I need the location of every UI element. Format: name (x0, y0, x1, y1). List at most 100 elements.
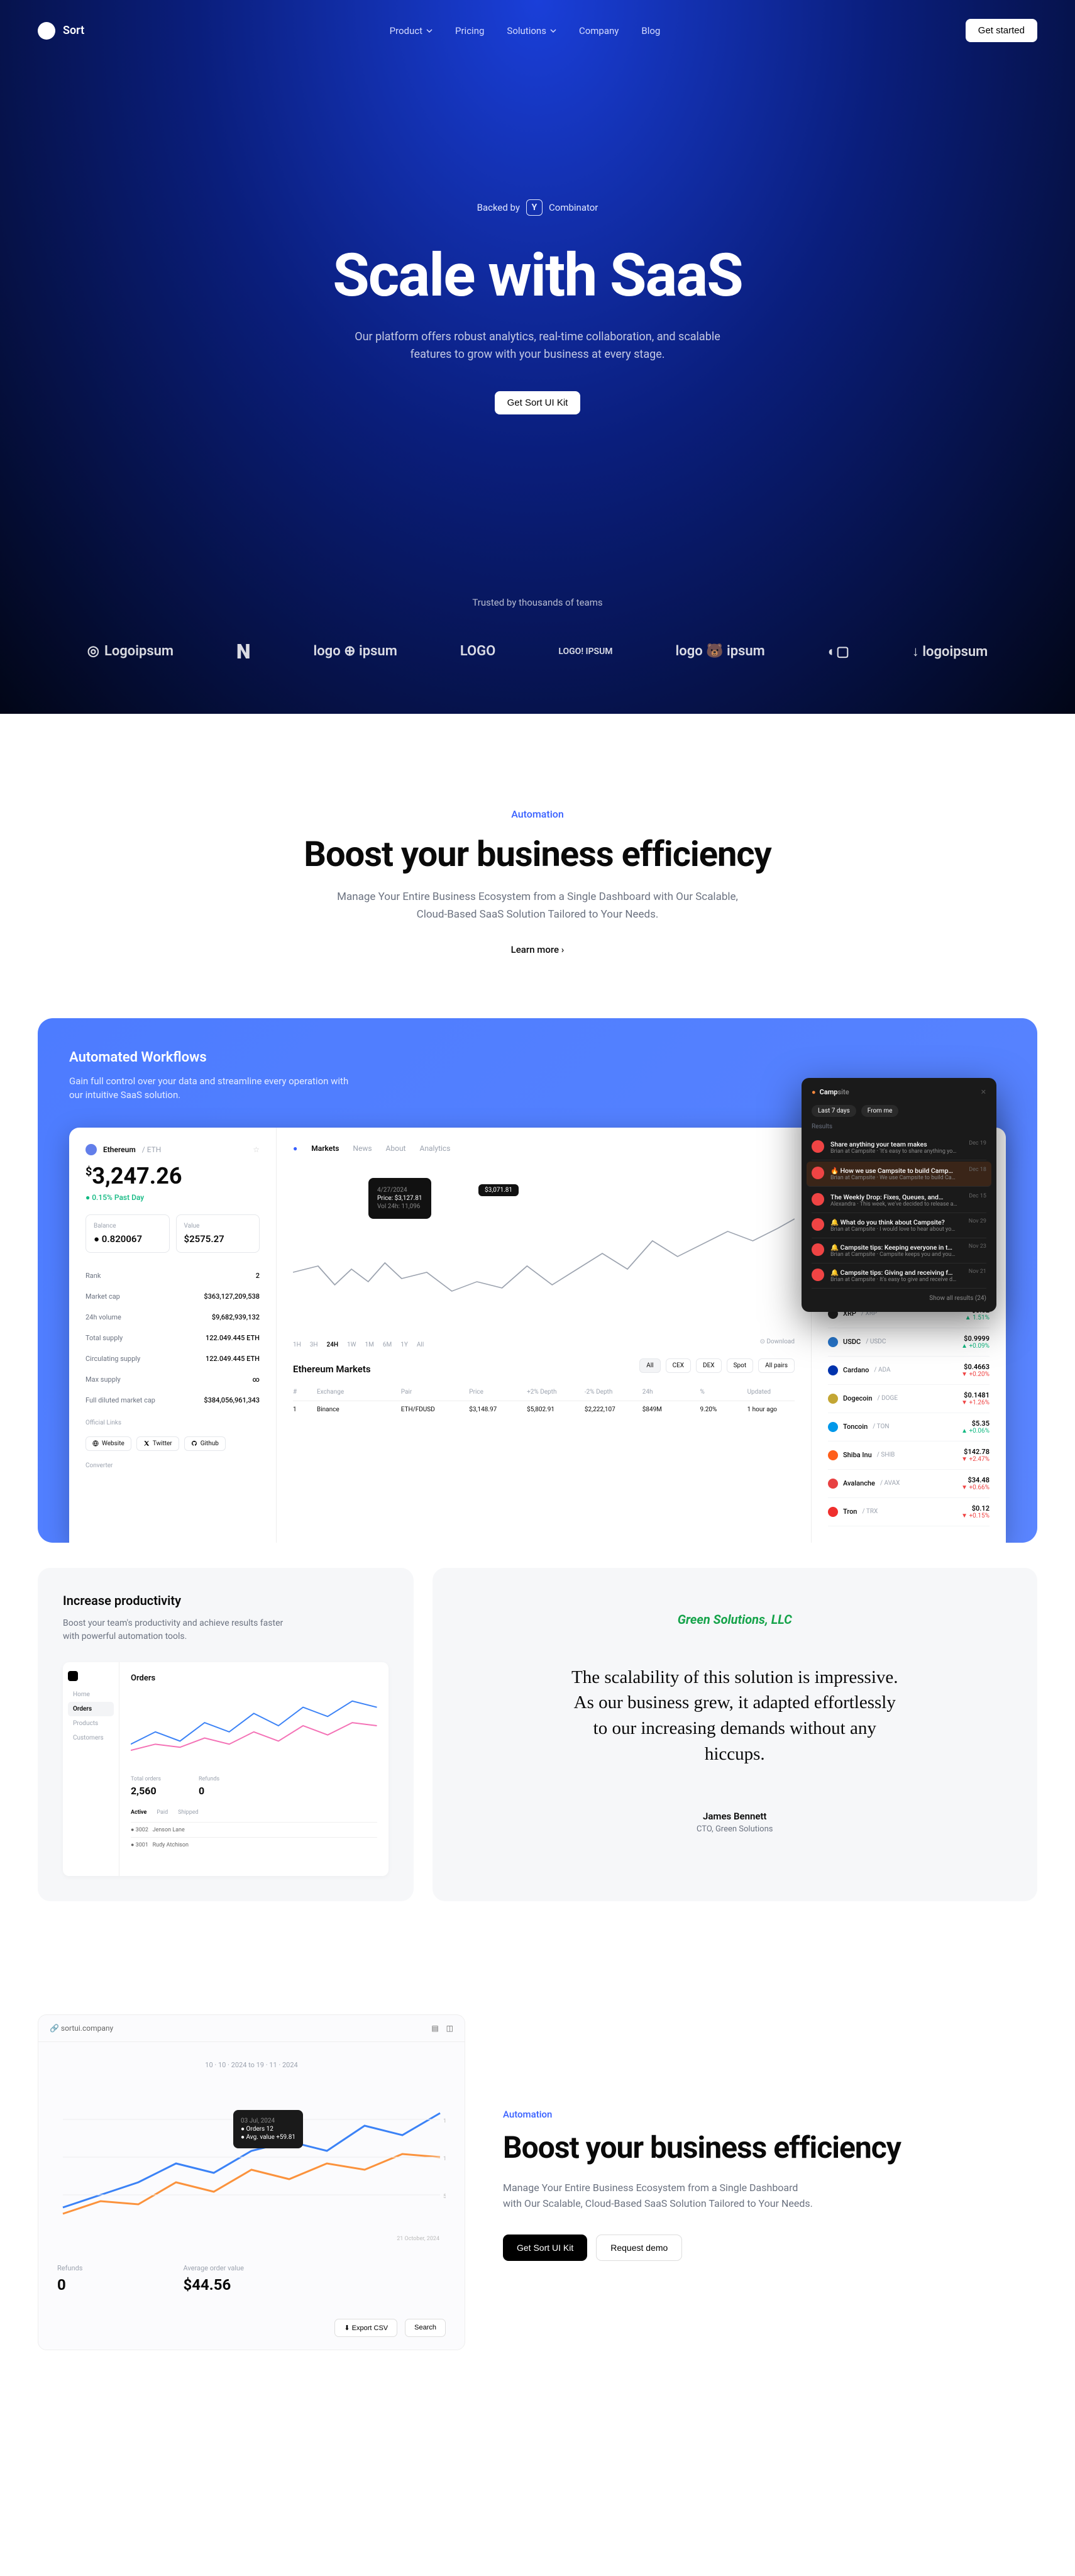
testimonial-name: James Bennett (464, 1811, 1006, 1822)
backed-badge: Backed by Y Combinator (477, 199, 598, 216)
notif-row[interactable]: 🔔 What do you think about Campsite?Brian… (812, 1213, 986, 1238)
hero-subtitle: Our platform offers robust analytics, re… (339, 328, 736, 364)
eth-icon (85, 1144, 97, 1155)
download-link[interactable]: ⊙ Download (760, 1338, 795, 1345)
card-subtitle: Gain full control over your data and str… (69, 1074, 358, 1102)
get-started-button[interactable]: Get started (966, 19, 1037, 42)
nav-company[interactable]: Company (579, 25, 619, 36)
watchlist-row[interactable]: Tron/ TRX$0.12▼ +0.15% (828, 1498, 990, 1526)
chart-badge: $3,071.81 (478, 1184, 519, 1196)
browser-bar: 🔗 sortui.company ▤ ◫ (38, 2015, 465, 2042)
tf-option[interactable]: All (417, 1341, 424, 1348)
browser-mock: 🔗 sortui.company ▤ ◫ 10 · 10 · 2024 to 1… (38, 2014, 465, 2350)
hero-title: Scale with SaaS (0, 241, 1075, 311)
notif-row[interactable]: 🔔 Campsite tips: Keeping everyone in t…B… (812, 1238, 986, 1263)
split-content: Automation Boost your business efficienc… (503, 2014, 1037, 2261)
close-icon[interactable]: ✕ (981, 1088, 986, 1096)
watchlist-row[interactable]: Avalanche/ AVAX$34.48▼ +0.66% (828, 1470, 990, 1498)
section-title: Boost your business efficiency (0, 835, 1075, 874)
card-title: Automated Workflows (69, 1050, 1006, 1065)
watchlist-row[interactable]: Toncoin/ TON$5.35▲ +0.06% (828, 1413, 990, 1441)
brand[interactable]: Sort (38, 22, 84, 40)
tab-markets[interactable]: Markets (311, 1144, 339, 1153)
stat-row: Full diluted market cap$384,056,961,343 (85, 1390, 260, 1411)
show-all-link[interactable]: Show all results (24) (812, 1295, 986, 1302)
price-chart: 4/27/2024 Price: $3,127.81 Vol 24h: 11,0… (293, 1159, 795, 1335)
watchlist-row[interactable]: Shiba Inu/ SHIB$142.78▼ +2.47% (828, 1441, 990, 1470)
partner-logo: N (236, 640, 250, 663)
notification-panel: ●Campsite ✕ Last 7 days From me Results … (802, 1078, 996, 1312)
filter-pill[interactable]: All (639, 1358, 660, 1373)
watchlist-row[interactable]: USDC/ USDC$0.9999▲ +0.09% (828, 1328, 990, 1357)
tab-news[interactable]: News (353, 1144, 372, 1153)
tf-option[interactable]: 1Y (400, 1341, 408, 1348)
orders-title: Orders (131, 1674, 377, 1683)
request-demo-button[interactable]: Request demo (596, 2235, 682, 2261)
split-subtitle: Manage Your Entire Business Ecosystem fr… (503, 2180, 817, 2212)
partner-logo: logo 🐻 ipsum (676, 643, 765, 659)
partner-logo: LOGO (460, 643, 496, 659)
sidebar-icon[interactable]: ◫ (446, 2024, 453, 2033)
panel-icon[interactable]: ▤ (431, 2024, 438, 2033)
svg-text:5: 5 (443, 2194, 446, 2200)
github-chip[interactable]: Github (184, 1436, 226, 1451)
notif-row[interactable]: 🔔 Campsite tips: Giving and receiving f…… (812, 1263, 986, 1289)
tf-option[interactable]: 1M (365, 1341, 374, 1348)
export-csv-button[interactable]: ⬇ Export CSV (334, 2319, 397, 2337)
date-range[interactable]: 10 · 10 · 2024 to 19 · 11 · 2024 (57, 2061, 446, 2069)
filter-pill[interactable]: CEX (666, 1358, 691, 1373)
tf-option[interactable]: 3H (310, 1341, 318, 1348)
split-section: 🔗 sortui.company ▤ ◫ 10 · 10 · 2024 to 1… (38, 2014, 1037, 2350)
watchlist-row[interactable]: Cardano/ ADA$0.4663▼ +0.20% (828, 1357, 990, 1385)
tf-option[interactable]: 24H (327, 1341, 339, 1348)
notif-tab[interactable]: From me (861, 1105, 899, 1117)
nav-solutions[interactable]: Solutions (507, 25, 556, 36)
stat-row: Circulating supply122.049.445 ETH (85, 1348, 260, 1369)
partner-logo: ◎ Logoipsum (87, 643, 174, 659)
nav-pricing[interactable]: Pricing (455, 25, 484, 36)
prod-title: Increase productivity (63, 1593, 389, 1608)
crypto-tabs: ● Markets News About Analytics (293, 1144, 795, 1153)
watchlist-row[interactable]: Dogecoin/ DOGE$0.1481▼ +1.26% (828, 1385, 990, 1413)
partner-logo: logo ⊕ ipsum (314, 643, 397, 659)
svg-text:10: 10 (443, 2156, 446, 2162)
notif-row[interactable]: The Weekly Drop: Fixes, Queues, and…Alex… (812, 1188, 986, 1213)
tf-option[interactable]: 1H (293, 1341, 301, 1348)
filter-pill[interactable]: Spot (727, 1358, 754, 1373)
learn-more-link[interactable]: Learn more › (511, 944, 565, 955)
notif-tab[interactable]: Last 7 days (812, 1105, 856, 1117)
chart-tooltip: 4/27/2024 Price: $3,127.81 Vol 24h: 11,0… (368, 1178, 431, 1219)
twitter-chip[interactable]: Twitter (136, 1436, 179, 1451)
website-chip[interactable]: Website (85, 1436, 131, 1451)
nav-product[interactable]: Product (390, 25, 433, 36)
notif-row[interactable]: 🔥 How we use Campsite to build Camp…Bria… (807, 1162, 991, 1187)
hero-section: Sort Product Pricing Solutions Company B… (0, 0, 1075, 714)
hero-content: Backed by Y Combinator Scale with SaaS O… (0, 61, 1075, 452)
notif-tabs: Last 7 days From me (812, 1105, 986, 1117)
yc-icon: Y (526, 199, 543, 216)
filter-pill[interactable]: DEX (696, 1358, 722, 1373)
nav-blog[interactable]: Blog (641, 25, 660, 36)
tf-option[interactable]: 6M (383, 1341, 392, 1348)
notif-row[interactable]: Share anything your team makesBrian at C… (812, 1135, 986, 1160)
search-button[interactable]: Search (405, 2319, 446, 2337)
filter-pill[interactable]: All pairs (758, 1358, 795, 1373)
split-title: Boost your business efficiency (503, 2131, 1037, 2165)
get-kit-button[interactable]: Get Sort UI Kit (503, 2235, 587, 2261)
brand-name: Sort (63, 24, 84, 37)
tab-analytics[interactable]: Analytics (419, 1144, 450, 1153)
crypto-main: ● Markets News About Analytics 4/27/2024… (277, 1128, 811, 1543)
prod-subtitle: Boost your team's productivity and achie… (63, 1617, 295, 1643)
stat-row: Total supply122.049.445 ETH (85, 1328, 260, 1348)
partner-logo: ↓ logoipsum (912, 643, 988, 660)
stat-row: Rank2 (85, 1265, 260, 1286)
star-icon[interactable]: ☆ (253, 1145, 260, 1154)
hero-cta-button[interactable]: Get Sort UI Kit (495, 391, 581, 414)
tab-about[interactable]: About (386, 1144, 406, 1153)
section-intro: Automation Boost your business efficienc… (0, 714, 1075, 993)
section-subtitle: Manage Your Entire Business Ecosystem fr… (336, 889, 739, 923)
trusted-label: Trusted by thousands of teams (0, 597, 1075, 608)
tf-option[interactable]: 1W (347, 1341, 356, 1348)
automated-workflows-card: Automated Workflows Gain full control ov… (38, 1018, 1037, 1543)
partner-logo: LOGO! IPSUM (558, 647, 612, 657)
